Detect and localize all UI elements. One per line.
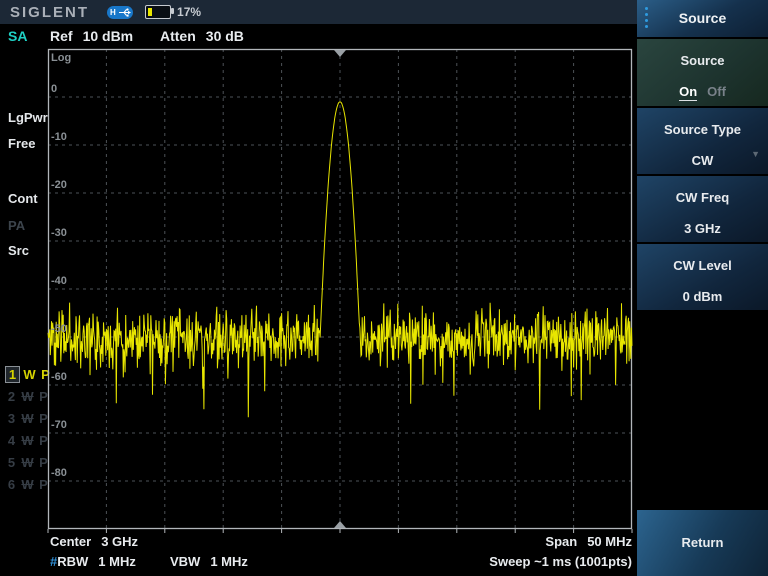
y-label-70: -70 bbox=[51, 419, 67, 431]
y-label-80: -80 bbox=[51, 467, 67, 479]
source-type-label: Source Type bbox=[637, 122, 768, 137]
center-value: 3 GHz bbox=[101, 534, 138, 549]
annunciator-lgpwr: LgPwr bbox=[8, 110, 48, 125]
y-label-20: -20 bbox=[51, 179, 67, 191]
y-label-40: -40 bbox=[51, 275, 67, 287]
mode-badge: SA bbox=[8, 28, 27, 44]
annunciator-free: Free bbox=[8, 136, 35, 151]
trace-6-write: W bbox=[21, 477, 34, 492]
span-label: Span bbox=[545, 534, 577, 549]
span-readout[interactable]: Span 50 MHz bbox=[545, 534, 632, 549]
spectrum-analyzer-screen: SIGLENT H 17% SA Ref10 dBm Atten30 dB Lg… bbox=[0, 0, 768, 576]
soft-menu-panel: Source Source On Off Source Type CW ▼ CW … bbox=[637, 0, 768, 576]
y-label-50: -50 bbox=[51, 323, 67, 335]
usb-host-icon: H bbox=[107, 6, 133, 19]
ref-value: 10 dBm bbox=[83, 28, 134, 44]
return-button[interactable]: Return bbox=[637, 510, 768, 576]
menu-header: Source bbox=[637, 0, 768, 37]
battery-fill bbox=[148, 8, 152, 16]
cw-freq-value: 3 GHz bbox=[637, 221, 768, 236]
source-on-option[interactable]: On bbox=[679, 84, 697, 101]
menu-item-source-type[interactable]: Source Type CW ▼ bbox=[637, 108, 768, 174]
battery-percent: 17% bbox=[177, 5, 201, 19]
annunciator-src: Src bbox=[8, 243, 29, 258]
source-type-value: CW bbox=[637, 153, 768, 168]
span-value: 50 MHz bbox=[587, 534, 632, 549]
annunciator-pa: PA bbox=[8, 218, 25, 233]
atten-label: Atten bbox=[160, 28, 196, 44]
menu-item-cw-freq[interactable]: CW Freq 3 GHz bbox=[637, 176, 768, 242]
menu-dots-icon bbox=[645, 7, 649, 31]
annunciator-cont: Cont bbox=[8, 191, 38, 206]
rbw-value: 1 MHz bbox=[98, 554, 136, 569]
menu-title: Source bbox=[637, 0, 768, 37]
menu-item-source-onoff[interactable]: Source On Off bbox=[637, 39, 768, 106]
trace-2-number: 2 bbox=[5, 389, 18, 404]
usb-host-label: H bbox=[110, 6, 116, 19]
center-frequency[interactable]: Center 3 GHz bbox=[50, 534, 138, 549]
trace-1-write: W bbox=[23, 367, 36, 382]
titlebar: SIGLENT H 17% bbox=[0, 0, 637, 24]
source-off-option[interactable]: Off bbox=[707, 84, 726, 99]
spectrum-plot bbox=[48, 49, 632, 529]
trace-5-number: 5 bbox=[5, 455, 18, 470]
center-freq-marker-bottom bbox=[334, 521, 346, 528]
y-label-30: -30 bbox=[51, 227, 67, 239]
sweep-readout: Sweep ~1 ms (1001pts) bbox=[489, 554, 632, 569]
y-label-60: -60 bbox=[51, 371, 67, 383]
trace-4-number: 4 bbox=[5, 433, 18, 448]
ref-level[interactable]: Ref 10 dBm bbox=[50, 28, 133, 44]
cw-level-value: 0 dBm bbox=[637, 289, 768, 304]
measurement-header: SA Ref 10 dBm Atten 30 dB bbox=[0, 28, 637, 46]
trace-1-number: 1 bbox=[5, 366, 20, 383]
trace-4-write: W bbox=[21, 433, 34, 448]
battery-nub bbox=[171, 8, 174, 14]
cw-level-label: CW Level bbox=[637, 258, 768, 273]
vbw-label: VBW bbox=[170, 554, 200, 569]
trace-6-number: 6 bbox=[5, 477, 18, 492]
cw-freq-label: CW Freq bbox=[637, 190, 768, 205]
y-label-0: 0 bbox=[51, 83, 57, 95]
battery-icon bbox=[145, 5, 171, 19]
center-label: Center bbox=[50, 534, 91, 549]
rbw-readout[interactable]: #RBW 1 MHz bbox=[50, 554, 136, 569]
trace-3-write: W bbox=[21, 411, 34, 426]
trace-3-number: 3 bbox=[5, 411, 18, 426]
trace-2-write: W bbox=[21, 389, 34, 404]
brand-logo: SIGLENT bbox=[10, 4, 89, 21]
source-label: Source bbox=[637, 53, 768, 68]
center-freq-marker-top bbox=[334, 50, 346, 57]
rbw-label: #RBW bbox=[50, 554, 88, 569]
menu-item-cw-level[interactable]: CW Level 0 dBm bbox=[637, 244, 768, 310]
spectrum-display: Log 0 -10 -20 -30 -40 -50 -60 -70 -80 bbox=[48, 49, 632, 529]
amplitude-scale-label: Log bbox=[51, 52, 71, 64]
vbw-value: 1 MHz bbox=[210, 554, 248, 569]
dropdown-arrow-icon: ▼ bbox=[751, 149, 760, 159]
atten-value: 30 dB bbox=[206, 28, 244, 44]
ref-label: Ref bbox=[50, 28, 73, 44]
y-label-10: -10 bbox=[51, 131, 67, 143]
vbw-readout[interactable]: VBW 1 MHz bbox=[170, 554, 248, 569]
return-label: Return bbox=[637, 510, 768, 576]
trace-5-write: W bbox=[21, 455, 34, 470]
attenuation[interactable]: Atten 30 dB bbox=[160, 28, 244, 44]
usb-trident-icon bbox=[118, 7, 132, 18]
